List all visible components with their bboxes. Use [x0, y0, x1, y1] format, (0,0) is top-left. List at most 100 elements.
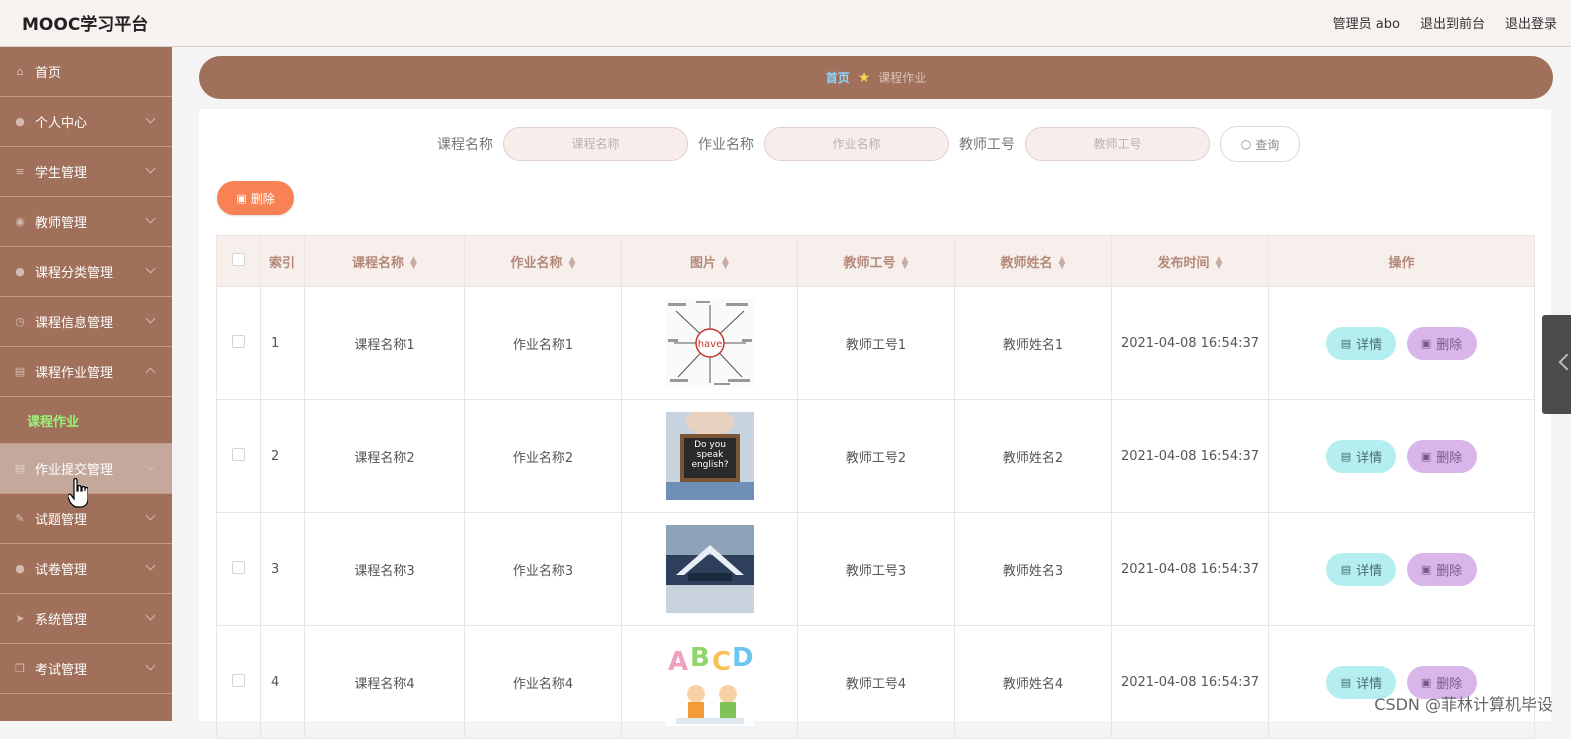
clipboard-icon: ▤ — [14, 365, 26, 378]
row-homework: 作业名称1 — [464, 286, 622, 400]
detail-button[interactable]: ▤ 详情 — [1326, 552, 1397, 586]
row-actions: ▤ 详情 ▣ 删除 — [1268, 625, 1535, 739]
header-actions: 操作 — [1268, 235, 1535, 287]
row-teacher-id: 教师工号1 — [797, 286, 955, 400]
image-text: have — [697, 339, 722, 350]
sidebar-item-label: 首页 — [35, 66, 62, 81]
select-all-checkbox[interactable] — [232, 252, 245, 266]
row-image-cell: A B C D — [621, 625, 798, 739]
user-icon: ● — [15, 265, 25, 278]
batch-delete-button[interactable]: ▣ 删除 — [217, 181, 294, 215]
svg-text:D: D — [732, 643, 754, 673]
row-course: 课程名称4 — [304, 625, 465, 739]
row-checkbox[interactable] — [232, 673, 245, 687]
top-right-links: 管理员 abo 退出到前台 退出登录 — [1333, 13, 1557, 32]
delete-button[interactable]: ▣ 删除 — [1406, 326, 1477, 360]
table-row: 1 课程名称1 作业名称1 have 教师工号1 教师姓名1 2021-04-0… — [216, 286, 1535, 400]
course-name-input[interactable] — [503, 127, 688, 161]
content-panel: 课程名称 作业名称 教师工号 ○ 查询 ▣ 删除 索引 — [199, 109, 1551, 739]
header-image[interactable]: 图片 ▲ ▼ — [621, 235, 798, 287]
sidebar-item-submission[interactable]: ▤ 作业提交管理 — [0, 444, 172, 494]
sidebar-item-course-homework[interactable]: ▤ 课程作业管理 — [0, 347, 172, 397]
header-teacher-name[interactable]: 教师姓名 ▲ ▼ — [954, 235, 1112, 287]
sidebar-item-course-category[interactable]: ● 课程分类管理 — [0, 247, 172, 297]
detail-label: 详情 — [1356, 450, 1383, 466]
exit-front-link[interactable]: 退出到前台 — [1420, 13, 1485, 32]
batch-delete-label: 删除 — [250, 191, 275, 206]
course-name-label: 课程名称 — [437, 137, 493, 153]
row-teacher-name: 教师姓名3 — [954, 512, 1112, 626]
row-checkbox[interactable] — [232, 334, 245, 348]
row-image[interactable]: have — [665, 299, 754, 387]
header-teacher-id[interactable]: 教师工号 ▲ ▼ — [797, 235, 955, 287]
row-time: 2021-04-08 16:54:37 — [1111, 286, 1269, 400]
sidebar-item-label: 课程信息管理 — [35, 316, 114, 331]
row-checkbox[interactable] — [232, 447, 245, 461]
query-button[interactable]: ○ 查询 — [1220, 126, 1300, 162]
chevron-down-icon — [145, 560, 156, 571]
detail-button[interactable]: ▤ 详情 — [1326, 439, 1397, 473]
sidebar-item-questions[interactable]: ✎ 试题管理 — [0, 494, 172, 544]
row-teacher-id: 教师工号2 — [797, 399, 955, 513]
table-header-row: 索引 课程名称 ▲ ▼ 作业名称 ▲ ▼ 图片 ▲ ▼ 教师工号 ▲ ▼ 教师姓名 ▲ ▼ 发布时间… — [216, 235, 1535, 287]
document-icon: ▤ — [1340, 675, 1352, 689]
row-image[interactable] — [665, 525, 754, 613]
row-time: 2021-04-08 16:54:37 — [1111, 512, 1269, 626]
header-label: 发布时间 — [1157, 255, 1210, 271]
row-image-cell — [621, 512, 798, 626]
sidebar-item-profile[interactable]: ● 个人中心 — [0, 97, 172, 147]
row-image[interactable]: Do you speak english? — [665, 412, 754, 500]
row-actions: ▤ 详情 ▣ 删除 — [1268, 512, 1535, 626]
sidebar-item-label: 系统管理 — [35, 613, 88, 628]
logout-link[interactable]: 退出登录 — [1505, 13, 1557, 32]
sidebar-item-papers[interactable]: ● 试卷管理 — [0, 544, 172, 594]
row-actions: ▤ 详情 ▣ 删除 — [1268, 286, 1535, 400]
copy-icon: ❐ — [15, 662, 25, 675]
sidebar-item-label: 试题管理 — [35, 513, 88, 528]
sort-icon: ▲ ▼ — [410, 255, 417, 271]
header-homework[interactable]: 作业名称 ▲ ▼ — [464, 235, 622, 287]
header-label: 课程名称 — [352, 255, 405, 271]
side-panel-toggle[interactable] — [1542, 315, 1571, 414]
sidebar-item-teachers[interactable]: ◉ 教师管理 — [0, 197, 172, 247]
sidebar-item-label: 学生管理 — [35, 166, 88, 181]
delete-button[interactable]: ▣ 删除 — [1406, 552, 1477, 586]
chevron-down-icon — [145, 313, 156, 324]
header-label: 教师工号 — [843, 255, 896, 271]
detail-button[interactable]: ▤ 详情 — [1326, 326, 1397, 360]
sidebar-item-course-info[interactable]: ◷ 课程信息管理 — [0, 297, 172, 347]
sort-icon: ▲ ▼ — [722, 255, 729, 271]
row-actions: ▤ 详情 ▣ 删除 — [1268, 399, 1535, 513]
sidebar-item-students[interactable]: ≡ 学生管理 — [0, 147, 172, 197]
clipboard-icon: ▤ — [14, 462, 26, 475]
admin-label: 管理员 abo — [1332, 17, 1400, 32]
trash-icon: ▣ — [1420, 675, 1432, 689]
header-course[interactable]: 课程名称 ▲ ▼ — [304, 235, 465, 287]
sidebar-item-system[interactable]: ➤ 系统管理 — [0, 594, 172, 644]
delete-button[interactable]: ▣ 删除 — [1406, 439, 1477, 473]
sidebar-item-label: 考试管理 — [35, 663, 88, 678]
row-checkbox-cell — [216, 512, 261, 626]
edit-icon: ✎ — [15, 512, 25, 525]
homework-name-input[interactable] — [764, 127, 949, 161]
submenu-item-homework[interactable]: 课程作业 — [0, 397, 172, 444]
chevron-down-icon — [145, 163, 156, 174]
row-image[interactable]: A B C D — [665, 638, 754, 726]
trash-icon: ▣ — [1420, 336, 1432, 350]
row-checkbox[interactable] — [232, 560, 245, 574]
breadcrumb-home[interactable]: 首页 — [826, 69, 850, 86]
header-publish-time[interactable]: 发布时间 ▲ ▼ — [1111, 235, 1269, 287]
sidebar-item-exam[interactable]: ❐ 考试管理 — [0, 644, 172, 694]
delete-label: 删除 — [1436, 563, 1463, 579]
sidebar-item-label: 教师管理 — [35, 216, 88, 231]
send-icon: ➤ — [15, 612, 25, 625]
user-icon: ● — [15, 562, 25, 575]
row-teacher-name: 教师姓名1 — [954, 286, 1112, 400]
svg-text:C: C — [712, 647, 731, 677]
table-row: 2 课程名称2 作业名称2 Do you speak english? 教师工号… — [216, 399, 1535, 513]
homework-table: 索引 课程名称 ▲ ▼ 作业名称 ▲ ▼ 图片 ▲ ▼ 教师工号 ▲ ▼ 教师姓名 ▲ ▼ 发布时间… — [216, 235, 1535, 739]
homework-name-label: 作业名称 — [698, 137, 754, 153]
row-checkbox-cell — [216, 399, 261, 513]
sidebar-item-home[interactable]: ⌂ 首页 — [0, 47, 172, 97]
teacher-id-input[interactable] — [1025, 127, 1210, 161]
